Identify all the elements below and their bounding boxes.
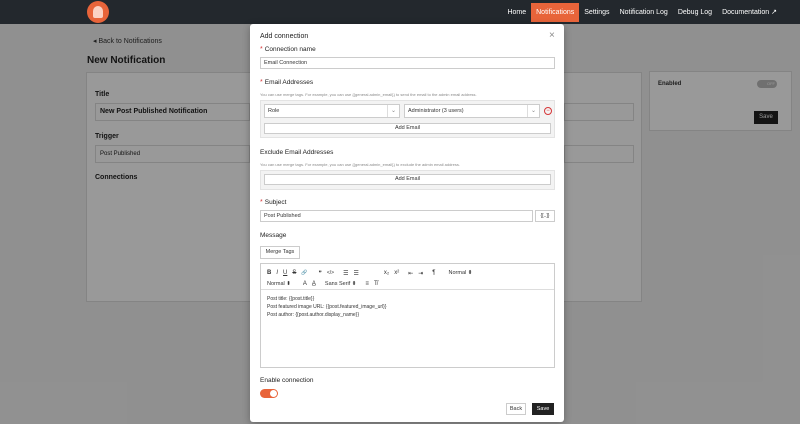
required-marker: * bbox=[260, 79, 263, 86]
underline-icon[interactable]: U bbox=[283, 270, 287, 276]
link-icon[interactable]: 🔗 bbox=[301, 270, 307, 276]
merge-tag-picker-icon[interactable]: {[..]} bbox=[535, 210, 555, 222]
italic-icon[interactable]: I bbox=[276, 270, 278, 276]
add-connection-modal: Add connection × * Connection name Email … bbox=[250, 24, 564, 422]
connection-name-input[interactable]: Email Connection bbox=[260, 57, 555, 69]
nav-debug-log[interactable]: Debug Log bbox=[673, 3, 717, 22]
nav-notifications[interactable]: Notifications bbox=[531, 2, 580, 22]
email-type-select[interactable]: Role ⌄ bbox=[264, 104, 400, 118]
nav-settings[interactable]: Settings bbox=[579, 3, 614, 22]
bullet-list-icon[interactable]: ☰ bbox=[353, 270, 358, 277]
content-line: Post title: {{post.title}} bbox=[267, 296, 315, 302]
exclude-email-label: Exclude Email Addresses bbox=[260, 149, 334, 156]
back-button[interactable]: Back bbox=[506, 403, 526, 415]
toggle-knob bbox=[270, 390, 277, 397]
chevron-down-icon: ⌄ bbox=[527, 105, 539, 117]
close-icon[interactable]: × bbox=[549, 30, 555, 41]
required-marker: * bbox=[260, 199, 263, 206]
blockquote-icon[interactable]: ❞ bbox=[319, 270, 322, 277]
text-direction-icon[interactable]: ¶ bbox=[432, 270, 435, 276]
superscript-icon[interactable]: x² bbox=[394, 270, 399, 276]
editor-toolbar-row-2: Normal ⬍ A A̲ Sans Serif ⬍ ≡ T̸ bbox=[267, 279, 548, 289]
logo-icon bbox=[93, 6, 103, 18]
email-addresses-label-text: Email Addresses bbox=[264, 79, 314, 86]
ordered-list-icon[interactable]: ☰ bbox=[343, 270, 348, 277]
email-type-value: Role bbox=[268, 108, 280, 114]
strike-icon[interactable]: S bbox=[292, 270, 296, 276]
add-exclude-email-button[interactable]: Add Email bbox=[264, 174, 551, 185]
message-label: Message bbox=[260, 232, 287, 239]
main-nav: Home Notifications Settings Notification… bbox=[502, 0, 782, 24]
subject-label-text: Subject bbox=[264, 199, 287, 206]
font-select[interactable]: Sans Serif ⬍ bbox=[325, 281, 357, 287]
chevron-down-icon: ⌄ bbox=[387, 105, 399, 117]
code-icon[interactable]: </> bbox=[327, 270, 334, 276]
text-color-icon[interactable]: A bbox=[303, 281, 307, 287]
message-editor[interactable]: B I U S 🔗 ❞ </> ☰ ☰ x₂ x² ⇤ ⇥ ¶ Normal ⬍… bbox=[260, 263, 555, 368]
remove-row-icon[interactable]: − bbox=[544, 107, 552, 115]
align-icon[interactable]: ≡ bbox=[365, 281, 369, 287]
enable-connection-label: Enable connection bbox=[260, 377, 314, 384]
role-value: Administrator (3 users) bbox=[408, 108, 464, 114]
content-line: Post author: {{post.author.display_name}… bbox=[267, 312, 360, 318]
add-email-button[interactable]: Add Email bbox=[264, 123, 551, 134]
subject-label: * Subject bbox=[260, 199, 286, 206]
size-select[interactable]: Normal ⬍ bbox=[267, 281, 291, 287]
header-select[interactable]: Normal ⬍ bbox=[449, 270, 473, 276]
subject-input[interactable]: Post Published bbox=[260, 210, 533, 222]
nav-documentation[interactable]: Documentation ↗ bbox=[717, 3, 782, 22]
nav-home[interactable]: Home bbox=[502, 3, 531, 22]
indent-icon[interactable]: ⇥ bbox=[418, 270, 423, 277]
modal-title: Add connection bbox=[260, 33, 309, 40]
merge-tags-button[interactable]: Merge Tags bbox=[260, 246, 300, 259]
background-color-icon[interactable]: A̲ bbox=[312, 281, 316, 287]
role-select[interactable]: Administrator (3 users) ⌄ bbox=[404, 104, 540, 118]
connection-name-label-text: Connection name bbox=[264, 46, 316, 53]
bold-icon[interactable]: B bbox=[267, 270, 271, 276]
required-marker: * bbox=[260, 46, 263, 53]
outdent-icon[interactable]: ⇤ bbox=[408, 270, 413, 277]
connection-name-label: * Connection name bbox=[260, 46, 316, 53]
editor-toolbar-row-1: B I U S 🔗 ❞ </> ☰ ☰ x₂ x² ⇤ ⇥ ¶ Normal ⬍ bbox=[267, 268, 548, 278]
email-addresses-label: * Email Addresses bbox=[260, 79, 313, 86]
exclude-help-text: You can use merge tags. For example, you… bbox=[260, 162, 460, 167]
email-help-text: You can use merge tags. For example, you… bbox=[260, 92, 477, 97]
editor-toolbar: B I U S 🔗 ❞ </> ☰ ☰ x₂ x² ⇤ ⇥ ¶ Normal ⬍… bbox=[261, 264, 554, 290]
save-button[interactable]: Save bbox=[532, 403, 554, 415]
enable-connection-toggle[interactable] bbox=[260, 389, 278, 398]
admin-top-bar: Home Notifications Settings Notification… bbox=[0, 0, 800, 24]
app-logo[interactable] bbox=[87, 1, 109, 23]
content-line: Post featured image URL: {{post.featured… bbox=[267, 304, 387, 310]
editor-content[interactable]: Post title: {{post.title}} Post featured… bbox=[261, 290, 554, 324]
nav-notification-log[interactable]: Notification Log bbox=[615, 3, 673, 22]
subscript-icon[interactable]: x₂ bbox=[384, 270, 389, 276]
clear-format-icon[interactable]: T̸ bbox=[374, 281, 378, 287]
